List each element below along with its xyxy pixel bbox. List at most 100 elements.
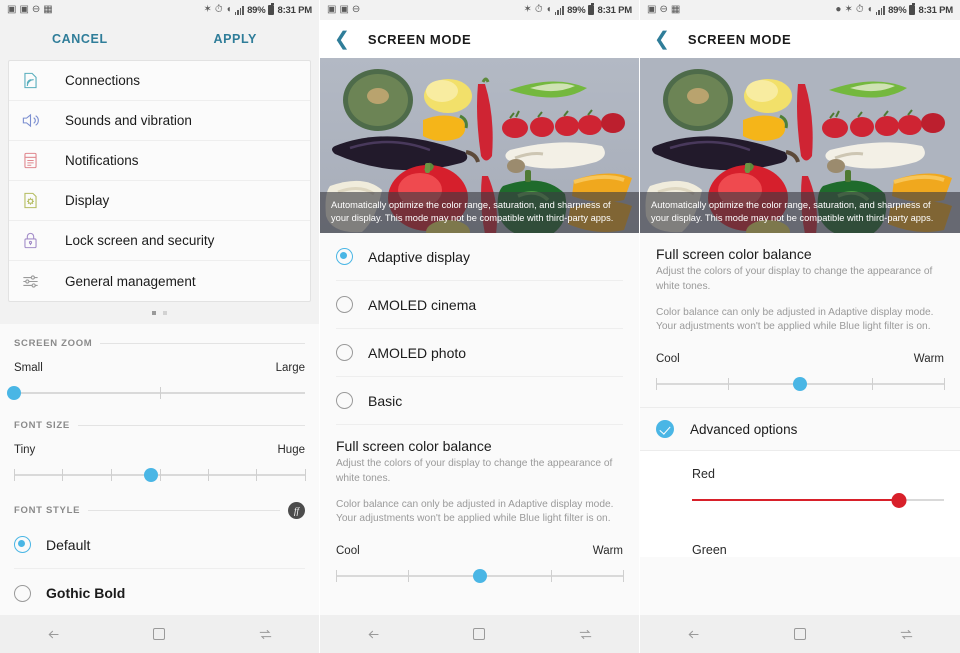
screen-zoom-slider[interactable] (7, 380, 305, 406)
nav-recents-button[interactable] (853, 626, 960, 643)
slider-thumb[interactable] (7, 386, 21, 400)
font-size-section: FONT SIZE Tiny Huge (0, 406, 319, 488)
home-icon (473, 628, 486, 640)
color-balance-title: Full screen color balance (656, 246, 812, 262)
slider-max-label: Warm (592, 545, 623, 558)
mode-option-amoled-cinema[interactable]: AMOLED cinema (336, 281, 623, 329)
radio-icon[interactable] (336, 344, 353, 361)
slider-thumb[interactable] (143, 468, 158, 482)
battery-icon (268, 3, 275, 15)
status-right-icons: ✶ ⏱ ◖ 89% 8:31 PM (523, 3, 632, 16)
sidebar-item-connections[interactable]: Connections (9, 61, 310, 101)
battery-icon (588, 3, 595, 15)
back-chevron-icon[interactable]: ❮ (654, 30, 670, 49)
red-channel-slider[interactable] (692, 487, 944, 513)
slider-max-label: Large (275, 362, 305, 374)
lock-icon (21, 231, 65, 250)
nav-home-button[interactable] (106, 628, 212, 640)
radio-icon[interactable] (336, 392, 353, 409)
sim-icon: ▣ (19, 4, 29, 15)
page-dot-active[interactable] (152, 311, 156, 315)
status-bar-panel2: ▣ ▣ ⊖ ✶ ⏱ ◖ 89% 8:31 PM (320, 0, 639, 20)
channel-green: Green (640, 527, 960, 558)
slider-tick (551, 570, 553, 583)
signal-icon (875, 5, 886, 15)
radio-icon[interactable] (336, 248, 353, 265)
color-balance-slider-p2[interactable] (336, 563, 624, 589)
slider-tick (110, 469, 112, 481)
status-left-icons: ▣ ▣ ⊖ (327, 5, 360, 15)
photo-caption: Automatically optimize the color range, … (640, 191, 960, 233)
page-title: SCREEN MODE (687, 31, 792, 47)
sound-icon (21, 111, 65, 130)
divider (88, 510, 280, 511)
mode-option-adaptive-display[interactable]: Adaptive display (336, 233, 623, 281)
slider-tick (159, 469, 161, 481)
slider-min-label: Tiny (14, 444, 36, 456)
apply-button[interactable]: APPLY (213, 32, 257, 46)
mode-option-amoled-photo[interactable]: AMOLED photo (336, 329, 623, 377)
mode-option-basic[interactable]: Basic (336, 377, 623, 425)
font-size-slider[interactable] (14, 462, 306, 488)
slider-tick (407, 570, 409, 583)
checkbox-icon[interactable] (656, 420, 674, 439)
back-chevron-icon[interactable]: ❮ (334, 30, 350, 49)
font-preview-icon[interactable]: ff (288, 502, 305, 519)
alarm-icon: ⏱ (534, 4, 543, 15)
slider-thumb[interactable] (793, 377, 807, 392)
sidebar-item-lock-screen[interactable]: Lock screen and security (9, 221, 310, 261)
slider-tick (336, 570, 337, 583)
color-balance-title: Full screen color balance (336, 438, 492, 454)
nav-recents-button[interactable] (533, 626, 639, 643)
nav-back-button[interactable] (320, 626, 426, 643)
panel-screen-mode-advanced: ▣ ⊖ ▦ ● ✶ ⏱ ◖ 89% 8:31 PM ❮ SCREEN MODE (640, 0, 960, 653)
apply-cancel-bar: CANCEL APPLY (0, 20, 319, 58)
channel-label: Red (692, 467, 715, 482)
page-dot[interactable] (163, 311, 167, 315)
slider-thumb[interactable] (891, 492, 907, 508)
sidebar-item-sounds[interactable]: Sounds and vibration (9, 101, 310, 141)
signal-icon (554, 5, 565, 15)
radio-icon[interactable] (14, 536, 31, 553)
advanced-options-row[interactable]: Advanced options (640, 407, 960, 452)
photo-caption: Automatically optimize the color range, … (320, 191, 639, 233)
color-balance-slider-p3[interactable] (656, 371, 945, 397)
nav-home-button[interactable] (747, 628, 854, 640)
slider-tick (623, 570, 624, 583)
app-header-panel2: ❮ SCREEN MODE (320, 20, 639, 58)
slider-tick (656, 378, 657, 391)
nav-back-button[interactable] (0, 626, 106, 643)
slider-tick (207, 469, 209, 481)
sidebar-item-display[interactable]: Display (9, 181, 310, 221)
slider-tick (872, 378, 873, 391)
slider-tick (62, 469, 64, 481)
slider-tick (944, 378, 945, 391)
battery-percent: 89% (888, 4, 907, 16)
sidebar-item-label: General management (65, 273, 196, 289)
sliders-icon (21, 272, 65, 291)
screen-mode-preview-photo: Automatically optimize the color range, … (640, 58, 960, 233)
notifications-icon (21, 151, 65, 170)
gallery-icon: ▦ (43, 4, 53, 15)
radio-icon[interactable] (14, 584, 31, 602)
navigation-bar (0, 615, 319, 653)
alarm-icon: ⏱ (214, 4, 223, 15)
slider-tick (159, 387, 161, 399)
nav-back-button[interactable] (640, 626, 747, 643)
panel-display-settings: ▣ ▣ ⊖ ▦ ✶ ⏱ ◖ 89% 8:31 PM CANCEL APPLY C… (0, 0, 320, 653)
sidebar-item-general-management[interactable]: General management (9, 261, 310, 301)
navigation-bar (640, 615, 960, 653)
section-title: SCREEN ZOOM (14, 338, 93, 349)
slider-thumb[interactable] (472, 569, 487, 584)
font-style-option-default[interactable]: Default (14, 521, 305, 569)
nav-recents-button[interactable] (213, 626, 319, 643)
sidebar-item-notifications[interactable]: Notifications (9, 141, 310, 181)
font-style-header: FONT STYLE ff (14, 488, 305, 521)
font-style-option-gothic-bold[interactable]: Gothic Bold (14, 569, 305, 617)
nav-home-button[interactable] (426, 628, 532, 640)
screen-mode-preview-photo: Automatically optimize the color range, … (320, 58, 639, 233)
radio-icon[interactable] (336, 296, 353, 313)
cancel-button[interactable]: CANCEL (52, 32, 108, 46)
screenshot-root: ▣ ▣ ⊖ ▦ ✶ ⏱ ◖ 89% 8:31 PM CANCEL APPLY C… (0, 0, 960, 653)
divider (100, 343, 305, 344)
